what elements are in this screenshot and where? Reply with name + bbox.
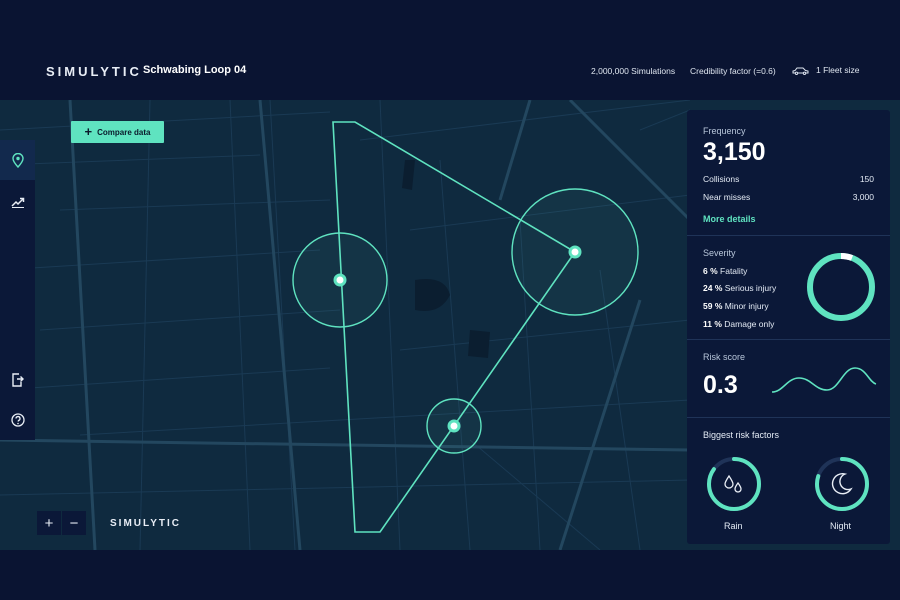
fleet-size-label: 1 Fleet size — [816, 65, 860, 75]
risk-score-title: Risk score — [703, 352, 746, 362]
frequency-section: Frequency 3,150 Collisions 150 Near miss… — [687, 110, 890, 235]
hotspot-2[interactable] — [511, 188, 639, 316]
near-misses-value: 3,000 — [852, 192, 874, 202]
severity-pct: 11 % — [703, 319, 722, 329]
near-misses-label: Near misses — [703, 192, 751, 202]
hotspot-3[interactable] — [426, 398, 482, 454]
severity-label: Serious injury — [724, 283, 777, 293]
night-label: Night — [830, 521, 852, 531]
zoom-out-button[interactable]: − — [62, 511, 86, 535]
hotspot-1[interactable] — [292, 232, 388, 328]
risk-factors-title: Biggest risk factors — [703, 430, 780, 440]
credibility-factor: Credibility factor (=0.6) — [690, 66, 776, 76]
sidebar — [0, 140, 35, 440]
car-icon — [792, 67, 809, 75]
trend-view-button[interactable] — [0, 182, 35, 222]
zoom-in-button[interactable]: + — [37, 511, 61, 535]
collisions-label: Collisions — [703, 174, 740, 184]
compare-data-label: Compare data — [97, 127, 151, 137]
severity-pct: 59 % — [703, 301, 723, 311]
simulations-count: 2,000,000 Simulations — [591, 66, 676, 76]
rain-gauge — [707, 457, 761, 511]
location-pin-icon — [11, 152, 24, 168]
severity-section: Severity 6 % Fatality 24 % Serious injur… — [687, 235, 890, 340]
raindrops-icon — [724, 474, 742, 493]
help-icon — [10, 413, 25, 427]
map-view-button[interactable] — [0, 140, 35, 180]
risk-score-section: Risk score 0.3 — [687, 339, 890, 418]
severity-item-serious: 24 % Serious injury — [703, 283, 776, 293]
severity-item-damage: 11 % Damage only — [703, 319, 774, 329]
risk-score-value: 0.3 — [703, 371, 738, 399]
help-button[interactable] — [0, 400, 35, 440]
risk-factors-section: Biggest risk factors Rain Night — [687, 417, 890, 545]
top-bar: SIMULYTIC Schwabing Loop 04 2,000,000 Si… — [0, 0, 900, 100]
map-brand-logo: SIMULYTIC — [110, 518, 181, 529]
compare-data-button[interactable]: + Compare data — [71, 121, 164, 143]
severity-title: Severity — [703, 248, 736, 258]
severity-item-fatality: 6 % Fatality — [703, 266, 747, 276]
severity-label: Fatality — [720, 266, 748, 276]
severity-label: Minor injury — [724, 301, 769, 311]
more-details-link[interactable]: More details — [703, 214, 756, 224]
stats-panel: Frequency 3,150 Collisions 150 Near miss… — [687, 110, 890, 544]
night-gauge — [815, 457, 869, 511]
app-brand: SIMULYTIC — [46, 64, 142, 79]
map-blocks — [402, 160, 490, 358]
moon-icon — [831, 472, 853, 495]
project-title: Schwabing Loop 04 — [143, 64, 247, 76]
near-misses-row: Near misses 3,000 — [703, 192, 874, 202]
plus-icon: + — [84, 124, 93, 139]
severity-pct: 6 % — [703, 266, 718, 276]
collisions-value: 150 — [859, 174, 874, 184]
rain-label: Rain — [724, 521, 743, 531]
severity-donut — [807, 252, 875, 321]
frequency-title: Frequency — [703, 126, 746, 136]
frequency-value: 3,150 — [703, 138, 766, 166]
trend-icon — [10, 197, 24, 208]
severity-label: Damage only — [724, 319, 775, 329]
fleet-size: 1 Fleet size — [792, 65, 859, 75]
risk-score-sparkline — [771, 367, 877, 393]
collisions-row: Collisions 150 — [703, 174, 874, 184]
severity-pct: 24 % — [703, 283, 723, 293]
export-file-icon — [12, 373, 24, 387]
route-path[interactable] — [332, 121, 577, 533]
bottom-bar — [0, 550, 900, 600]
export-button[interactable] — [0, 360, 35, 400]
severity-item-minor: 59 % Minor injury — [703, 301, 769, 311]
